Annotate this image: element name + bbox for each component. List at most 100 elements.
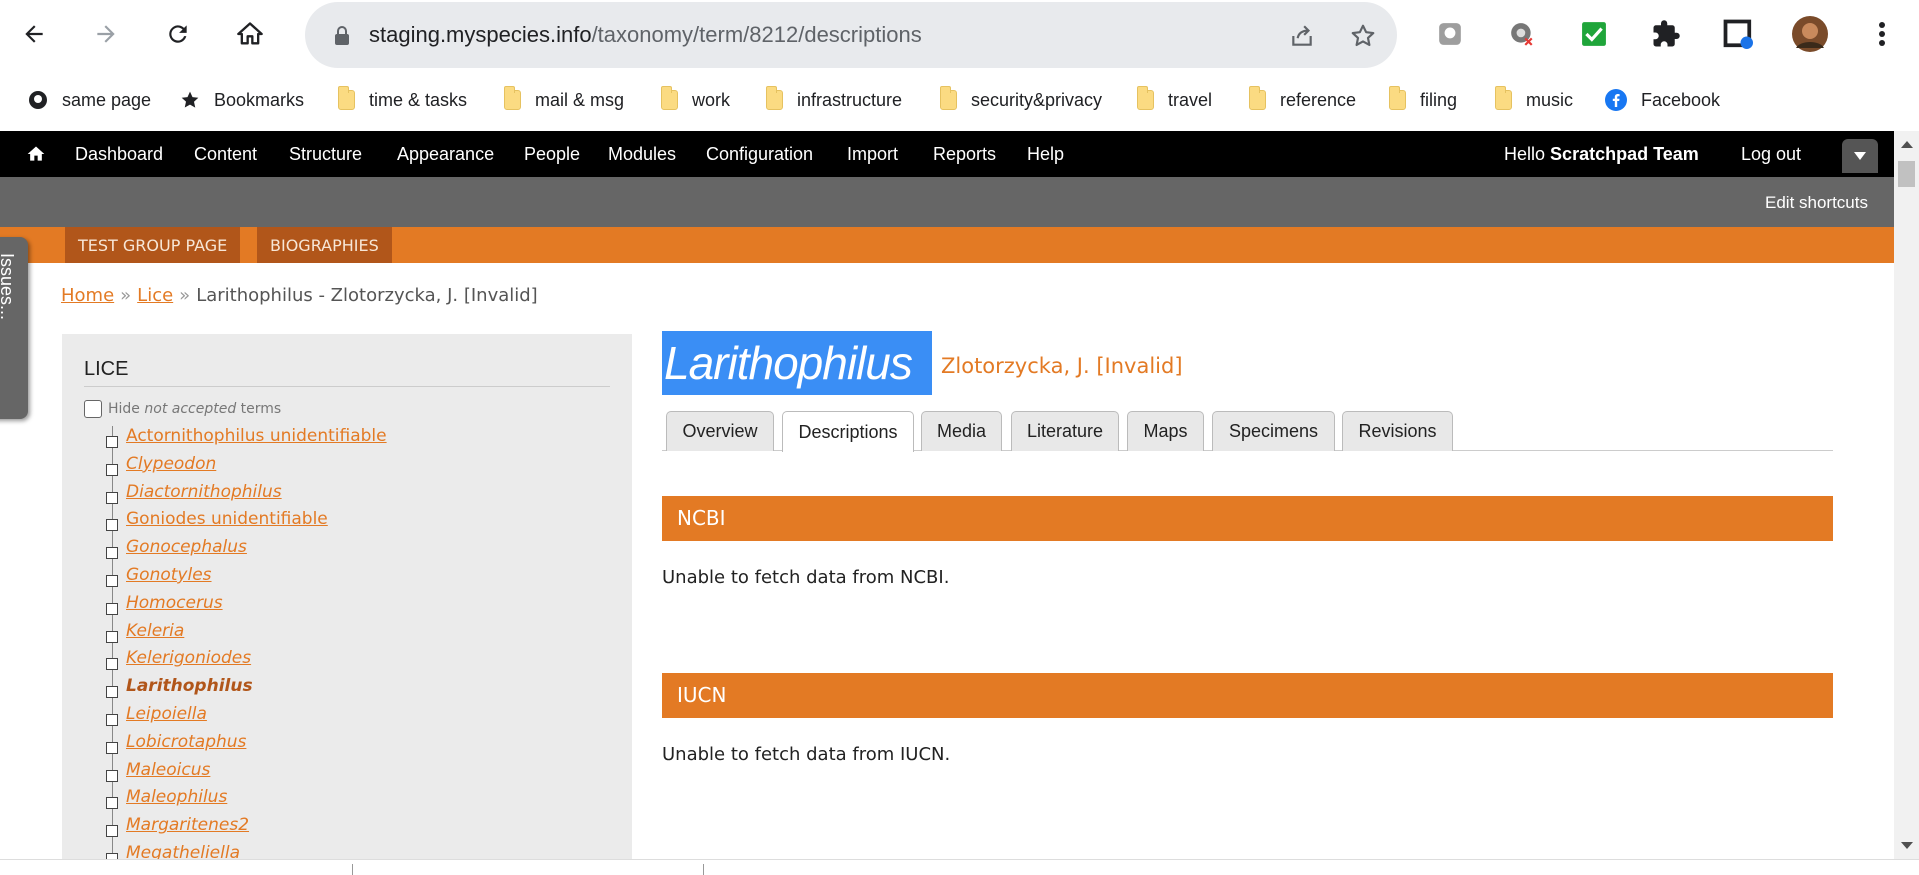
admin-menu-people[interactable]: People	[524, 144, 580, 165]
tree-item-label[interactable]: Homocerus	[126, 593, 223, 613]
window-extension-icon[interactable]	[1720, 16, 1756, 52]
puzzle-icon[interactable]	[1648, 16, 1684, 52]
hide-not-accepted-label[interactable]: Hide not accepted terms	[108, 401, 281, 417]
expand-box-icon[interactable]	[106, 769, 118, 782]
edit-shortcuts-link[interactable]: Edit shortcuts	[1765, 193, 1868, 213]
star-icon[interactable]	[1348, 21, 1378, 51]
tree-item-label[interactable]: Maleophilus	[126, 787, 227, 807]
extension-globe-icon[interactable]	[1504, 16, 1540, 52]
scroll-up-arrow-icon[interactable]	[1901, 141, 1913, 148]
bookmark-facebook[interactable]: Facebook	[1605, 86, 1720, 114]
expand-box-icon[interactable]	[106, 686, 118, 699]
expand-box-icon[interactable]	[106, 630, 118, 643]
tree-item-label[interactable]: Kelerigoniodes	[126, 648, 251, 668]
expand-box-icon[interactable]	[106, 658, 118, 671]
bookmark-label: work	[692, 89, 731, 110]
expand-box-icon[interactable]	[106, 519, 118, 532]
tree-item-label[interactable]: Margaritenes2	[126, 815, 249, 835]
tab-literature[interactable]: Literature	[1011, 411, 1119, 451]
tab-media[interactable]: Media	[921, 411, 1002, 451]
tree-item-label[interactable]: Larithophilus	[126, 676, 253, 696]
bookmark-bookmarks[interactable]: Bookmarks	[180, 86, 304, 114]
bookmark-folder-filing[interactable]: filing	[1389, 86, 1457, 114]
vertical-scrollbar[interactable]	[1894, 131, 1919, 859]
expand-box-icon[interactable]	[106, 825, 118, 838]
expand-box-icon[interactable]	[106, 741, 118, 754]
admin-home-icon[interactable]	[26, 144, 46, 168]
tab-overview[interactable]: Overview	[666, 411, 774, 451]
expand-box-icon[interactable]	[106, 491, 118, 504]
scroll-down-arrow-icon[interactable]	[1901, 842, 1913, 849]
admin-menu-modules[interactable]: Modules	[608, 144, 676, 165]
expand-box-icon[interactable]	[106, 463, 118, 476]
admin-menu-reports[interactable]: Reports	[933, 144, 996, 165]
back-icon[interactable]	[16, 16, 52, 52]
tree-item-label[interactable]: Maleoicus	[126, 760, 210, 780]
breadcrumb-lice-link[interactable]: Lice	[137, 285, 173, 306]
bookmark-folder-reference[interactable]: reference	[1249, 86, 1356, 114]
tree-item-label[interactable]: Keleria	[126, 621, 184, 641]
expand-box-icon[interactable]	[106, 602, 118, 615]
folder-icon	[1249, 86, 1266, 110]
browser-toolbar: staging.myspecies.info/taxonomy/term/821…	[0, 0, 1919, 68]
tab-revisions[interactable]: Revisions	[1342, 411, 1453, 451]
bookmark-label: time & tasks	[369, 89, 468, 110]
folder-icon	[1389, 86, 1406, 110]
site-tab-test-group-page[interactable]: TEST GROUP PAGE	[65, 227, 241, 263]
scrollbar-thumb[interactable]	[1898, 161, 1915, 187]
reload-icon[interactable]	[160, 16, 196, 52]
expand-box-icon[interactable]	[106, 797, 118, 810]
tree-item-label[interactable]: Lobicrotaphus	[126, 732, 246, 752]
bookmark-folder-infrastructure[interactable]: infrastructure	[766, 86, 902, 114]
breadcrumb-home-link[interactable]: Home	[61, 285, 114, 306]
github-icon	[29, 91, 47, 109]
admin-menu-configuration[interactable]: Configuration	[706, 144, 813, 165]
admin-menu-content[interactable]: Content	[194, 144, 257, 165]
logout-link[interactable]: Log out	[1741, 144, 1801, 165]
tree-item-label[interactable]: Gonocephalus	[126, 537, 247, 557]
home-icon[interactable]	[232, 16, 268, 52]
admin-menu-help[interactable]: Help	[1027, 144, 1064, 165]
bookmark-folder-security-privacy[interactable]: security&privacy	[940, 86, 1102, 114]
admin-menu-import[interactable]: Import	[847, 144, 898, 165]
expand-box-icon[interactable]	[106, 575, 118, 587]
tab-maps[interactable]: Maps	[1127, 411, 1204, 451]
bookmark-same-page[interactable]: same page	[28, 86, 151, 114]
kebab-menu-icon[interactable]	[1864, 16, 1900, 52]
tab-specimens[interactable]: Specimens	[1212, 411, 1335, 451]
tree-item-label[interactable]: Goniodes unidentifiable	[126, 509, 328, 529]
bookmark-folder-travel[interactable]: travel	[1137, 86, 1212, 114]
bookmark-folder-time-tasks[interactable]: time & tasks	[338, 86, 467, 114]
shortcuts-toggle-button[interactable]	[1842, 139, 1878, 173]
checkmark-extension-icon[interactable]	[1576, 16, 1612, 52]
lock-icon[interactable]	[327, 21, 357, 51]
bookmark-folder-work[interactable]: work	[661, 86, 730, 114]
tab-descriptions[interactable]: Descriptions	[782, 411, 914, 452]
issues-label: Issues...	[0, 253, 17, 321]
share-icon[interactable]	[1287, 21, 1317, 51]
tree-item-label[interactable]: Actornithophilus unidentifiable	[126, 426, 387, 446]
user-name[interactable]: Scratchpad Team	[1550, 144, 1699, 164]
issues-side-tab[interactable]: Issues...	[0, 237, 28, 419]
tree-item-label[interactable]: Gonotyles	[126, 565, 212, 585]
admin-menu-structure[interactable]: Structure	[289, 144, 362, 165]
tree-item-label[interactable]: Leipoiella	[126, 704, 207, 724]
bookmark-folder-music[interactable]: music	[1495, 86, 1573, 114]
tree-item-label[interactable]: Diactornithophilus	[126, 482, 282, 502]
breadcrumb-current: Larithophilus - Zlotorzycka, J. [Invalid…	[196, 285, 538, 306]
expand-box-icon[interactable]	[106, 714, 118, 726]
admin-menu-appearance[interactable]: Appearance	[397, 144, 494, 165]
bookmark-folder-mail-msg[interactable]: mail & msg	[504, 86, 624, 114]
extension-gray-icon[interactable]	[1432, 16, 1468, 52]
profile-avatar[interactable]	[1792, 16, 1828, 52]
breadcrumb-separator: »	[120, 285, 132, 306]
forward-icon[interactable]	[88, 16, 124, 52]
expand-box-icon[interactable]	[106, 547, 118, 560]
expand-box-icon[interactable]	[106, 436, 118, 448]
admin-menu-dashboard[interactable]: Dashboard	[75, 144, 163, 165]
tree-item-label[interactable]: Clypeodon	[126, 454, 216, 474]
url-text[interactable]: staging.myspecies.info/taxonomy/term/821…	[369, 22, 922, 48]
site-tab-biographies[interactable]: BIOGRAPHIES	[257, 227, 392, 263]
address-bar[interactable]: staging.myspecies.info/taxonomy/term/821…	[305, 2, 1397, 68]
hide-not-accepted-checkbox[interactable]	[84, 400, 102, 418]
